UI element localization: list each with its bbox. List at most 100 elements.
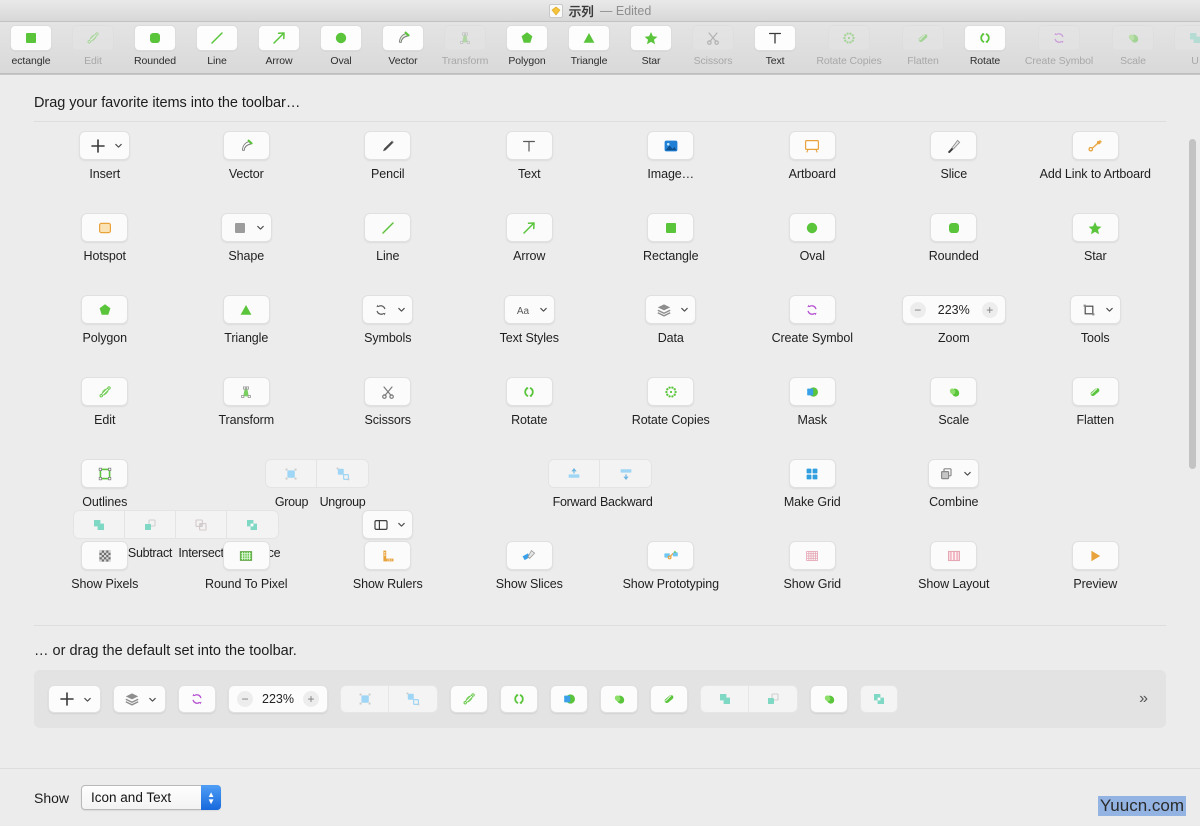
palette-item-polygon[interactable]: Polygon	[34, 295, 176, 346]
toolbar-button-text[interactable]: Text	[744, 24, 806, 67]
chevron-down-icon[interactable]	[963, 469, 972, 478]
transform-icon-chip[interactable]	[222, 377, 270, 406]
show-layout-icon-chip[interactable]	[930, 541, 978, 570]
zoom-in-button[interactable]: +	[303, 691, 319, 707]
data-layers-icon-chip[interactable]	[645, 295, 697, 324]
default-group[interactable]	[340, 685, 438, 713]
combine-icon-chip[interactable]	[928, 459, 980, 488]
palette-item-text-styles[interactable]: Aa Text Styles	[459, 295, 601, 346]
round-to-pixel-icon-chip[interactable]	[222, 541, 270, 570]
toolbar-button-triangle[interactable]: Triangle	[558, 24, 620, 67]
palette-item-transform[interactable]: Transform	[176, 377, 318, 428]
oval-icon-chip[interactable]	[788, 213, 836, 242]
subtract-icon-segment[interactable]	[125, 511, 176, 538]
text-styles-aa-icon-chip[interactable]: Aa	[503, 295, 555, 324]
palette-item-round-to-pixel[interactable]: Round To Pixel	[176, 541, 318, 592]
main-window-toolbar[interactable]: ectangle Edit Rounded Line Arrow Oval Vector Tr…	[0, 22, 1200, 74]
triangle-icon-chip[interactable]	[222, 295, 270, 324]
palette-item-rotate-copies[interactable]: Rotate Copies	[600, 377, 742, 428]
toolbar-button-oval[interactable]: Oval	[310, 24, 372, 67]
default-plus-icon[interactable]	[48, 685, 101, 713]
palette-item-data[interactable]: Data	[600, 295, 742, 346]
create-symbol-icon-chip[interactable]	[788, 295, 836, 324]
slice-knife-icon-chip[interactable]	[930, 131, 978, 160]
palette-item-zoom[interactable]: −223% + Zoom	[883, 295, 1025, 346]
default-group[interactable]	[700, 685, 798, 713]
palette-item-show-slices[interactable]: Show Slices	[459, 541, 601, 592]
palette-item-make-grid[interactable]: Make Grid	[742, 459, 884, 510]
toolbar-button-vector[interactable]: Vector	[372, 24, 434, 67]
view-panel-icon-chip[interactable]	[362, 510, 414, 539]
palette-item-scale[interactable]: Scale	[883, 377, 1025, 428]
toolbar-button-arrow[interactable]: Arrow	[248, 24, 310, 67]
palette-item-hotspot[interactable]: Hotspot	[34, 213, 176, 264]
palette-item-triangle[interactable]: Triangle	[176, 295, 318, 346]
artboard-icon-chip[interactable]	[788, 131, 836, 160]
palette-item-oval[interactable]: Oval	[742, 213, 884, 264]
zoom-out-button[interactable]: −	[237, 691, 253, 707]
palette-group-group-ungroup[interactable]: Group Ungroup	[176, 459, 459, 509]
group-icon-segment[interactable]	[266, 460, 317, 487]
show-grid-icon-chip[interactable]	[788, 541, 836, 570]
toolbar-button-flatten[interactable]: Flatten	[892, 24, 954, 67]
palette-item-rounded[interactable]: Rounded	[883, 213, 1025, 264]
toolbar-button-edit[interactable]: Edit	[62, 24, 124, 67]
forward-icon-segment[interactable]	[549, 460, 600, 487]
scissors-icon-chip[interactable]	[364, 377, 412, 406]
symbols-icon-chip[interactable]	[362, 295, 414, 324]
chevron-down-icon[interactable]	[539, 305, 548, 314]
edit-icon-chip[interactable]	[81, 377, 129, 406]
palette-item-preview[interactable]: Preview	[1025, 541, 1167, 592]
intersect-icon-segment[interactable]	[176, 511, 227, 538]
text-t-icon-chip[interactable]	[505, 131, 553, 160]
palette-item-rectangle[interactable]: Rectangle	[600, 213, 742, 264]
toolbar-button-rotate[interactable]: Rotate	[954, 24, 1016, 67]
zoom-out-button[interactable]: −	[909, 301, 926, 318]
scale-icon-chip[interactable]	[930, 377, 978, 406]
image-icon-chip[interactable]	[647, 131, 695, 160]
pencil-icon-chip[interactable]	[364, 131, 412, 160]
show-prototyping-icon-chip[interactable]	[647, 541, 695, 570]
palette-item-insert[interactable]: Insert	[34, 131, 176, 182]
palette-item-scissors[interactable]: Scissors	[317, 377, 459, 428]
flatten-icon-chip[interactable]	[1071, 377, 1119, 406]
palette-item-text[interactable]: Text	[459, 131, 601, 182]
arrow-icon-chip[interactable]	[505, 213, 553, 242]
toolbar-button-u[interactable]: U	[1164, 24, 1200, 67]
chevron-down-icon[interactable]	[256, 223, 265, 232]
rotate-icon-chip[interactable]	[505, 377, 553, 406]
chevron-down-icon[interactable]	[1105, 305, 1114, 314]
palette-item-mask[interactable]: Mask	[742, 377, 884, 428]
make-grid-icon-chip[interactable]	[788, 459, 836, 488]
chevron-down-icon[interactable]	[148, 695, 157, 704]
palette-item-symbols[interactable]: Symbols	[317, 295, 459, 346]
difference-icon-segment[interactable]	[227, 511, 278, 538]
default-rotate-icon[interactable]	[500, 685, 538, 713]
palette-group-forward-backward[interactable]: Forward Backward	[459, 459, 742, 509]
default-zoom-stepper[interactable]: −223% +	[228, 685, 328, 713]
toolbar-button-polygon[interactable]: Polygon	[496, 24, 558, 67]
palette-item-pencil[interactable]: Pencil	[317, 131, 459, 182]
add-link-icon-chip[interactable]	[1071, 131, 1119, 160]
show-pixels-icon-chip[interactable]	[81, 541, 129, 570]
toolbar-button-scale[interactable]: Scale	[1102, 24, 1164, 67]
chevron-down-icon[interactable]	[680, 305, 689, 314]
palette-item-shape[interactable]: Shape	[176, 213, 318, 264]
show-slices-icon-chip[interactable]	[505, 541, 553, 570]
subtract-icon[interactable]	[749, 686, 797, 712]
toolbar-button-transform[interactable]: Transform	[434, 24, 496, 67]
palette-item-show-layout[interactable]: Show Layout	[883, 541, 1025, 592]
default-edit-icon[interactable]	[450, 685, 488, 713]
line-icon-chip[interactable]	[364, 213, 412, 242]
union-icon[interactable]	[701, 686, 749, 712]
shape-icon-chip[interactable]	[220, 213, 272, 242]
palette-item-image-[interactable]: Image…	[600, 131, 742, 182]
rounded-icon-chip[interactable]	[930, 213, 978, 242]
chevron-down-icon[interactable]	[397, 305, 406, 314]
default-mask-icon[interactable]	[550, 685, 588, 713]
mask-icon-chip[interactable]	[788, 377, 836, 406]
vector-pen-icon-chip[interactable]	[222, 131, 270, 160]
hotspot-icon-chip[interactable]	[81, 213, 129, 242]
toolbar-button-line[interactable]: Line	[186, 24, 248, 67]
chevron-down-icon[interactable]	[114, 141, 123, 150]
